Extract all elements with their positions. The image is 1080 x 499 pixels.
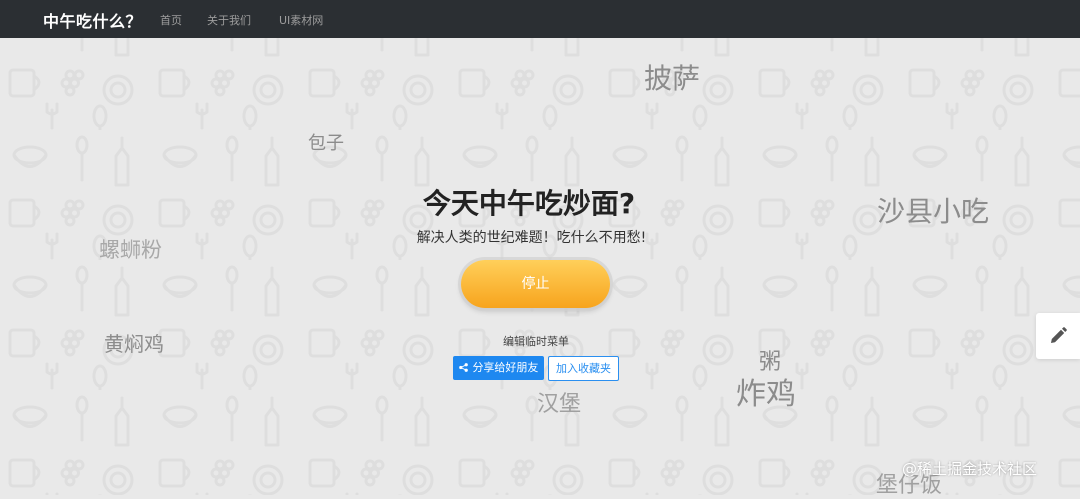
floating-food-word: 炸鸡 [736,377,796,412]
floating-food-word: 包子 [308,133,344,154]
top-navbar: 中午吃什么？ 首页 关于我们 UI素材网 [0,0,1080,38]
pencil-icon [1051,327,1067,343]
food-pattern-background [0,0,1080,495]
edit-floating-button[interactable] [1036,313,1080,359]
share-button-label: 分享给好朋友 [472,361,539,374]
add-to-favorites-button[interactable]: 加入收藏夹 [548,356,619,381]
share-to-friend-button[interactable]: 分享给好朋友 [453,356,544,380]
page-subtitle: 解决人类的世纪难题！吃什么不用愁! [416,230,647,246]
page-title: 今天中午吃炒面? [422,187,636,220]
floating-food-word: 汉堡 [537,392,582,417]
brand-title[interactable]: 中午吃什么？ [43,8,142,32]
watermark-text: @稀土掘金技术社区 [902,460,1038,478]
stop-button[interactable]: 停止 [461,260,610,308]
nav-link-ui-material[interactable]: UI素材网 [279,12,323,28]
nav-link-home[interactable]: 首页 [160,12,182,28]
floating-food-word: 披萨 [644,62,701,95]
share-icon [458,363,471,374]
nav-link-about[interactable]: 关于我们 [207,12,251,28]
edit-temp-menu-link[interactable]: 编辑临时菜单 [0,333,1072,349]
